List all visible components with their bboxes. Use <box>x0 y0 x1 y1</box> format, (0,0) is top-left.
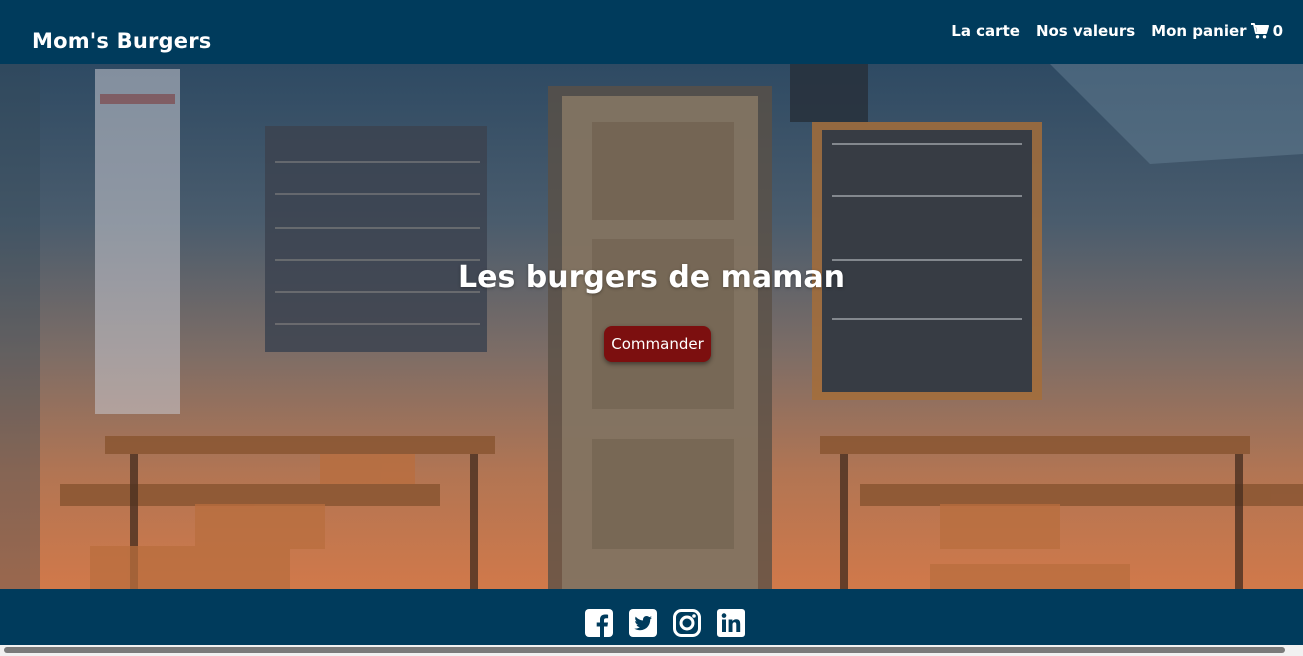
nav-link-la-carte[interactable]: La carte <box>951 22 1020 40</box>
nav-links: La carte Nos valeurs Mon panier 0 <box>951 22 1283 40</box>
linkedin-icon[interactable] <box>717 609 745 637</box>
order-button[interactable]: Commander <box>604 326 711 362</box>
cart-icon <box>1250 23 1269 39</box>
instagram-icon[interactable] <box>673 609 701 637</box>
footer <box>0 589 1303 645</box>
brand-logo-link[interactable]: Mom's Burgers <box>32 29 212 53</box>
horizontal-scrollbar[interactable] <box>0 645 1303 656</box>
hero-title: Les burgers de maman <box>458 260 845 296</box>
facebook-icon[interactable] <box>585 609 613 637</box>
social-links <box>585 609 745 637</box>
nav-link-nos-valeurs[interactable]: Nos valeurs <box>1036 22 1135 40</box>
cart-label: Mon panier <box>1151 22 1247 40</box>
twitter-icon[interactable] <box>629 609 657 637</box>
hero-section: Les burgers de maman Commander <box>0 64 1303 589</box>
scrollbar-thumb[interactable] <box>4 647 1285 653</box>
cart-count: 0 <box>1272 22 1283 40</box>
nav-link-mon-panier[interactable]: Mon panier 0 <box>1151 22 1283 40</box>
navbar: Mom's Burgers La carte Nos valeurs Mon p… <box>0 0 1303 64</box>
